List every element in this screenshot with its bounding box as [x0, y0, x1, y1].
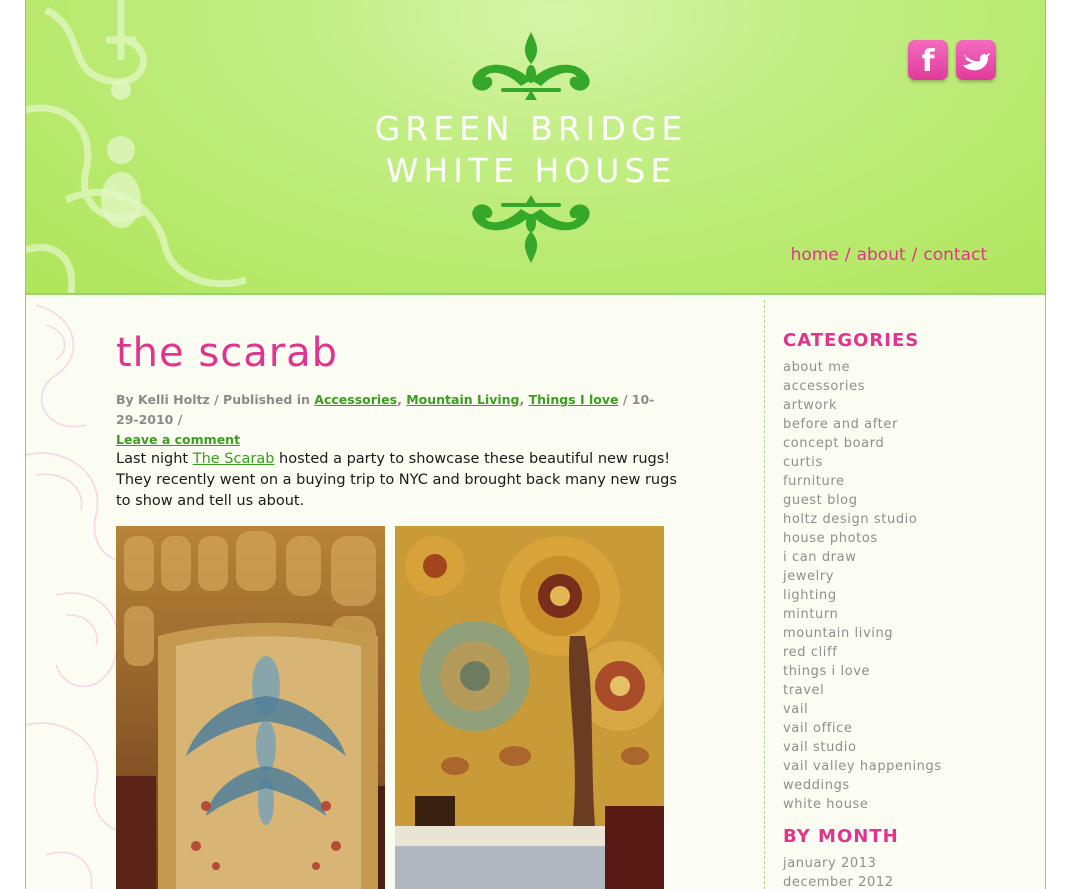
category-item[interactable]: lighting	[783, 586, 1023, 605]
category-item[interactable]: things i love	[783, 662, 1023, 681]
rug-photo-1[interactable]	[116, 526, 385, 889]
month-item[interactable]: december 2012	[783, 873, 1023, 889]
rug-photo-2[interactable]	[395, 526, 664, 889]
nav-home[interactable]: home	[791, 245, 839, 265]
post-body-prefix: Last night	[116, 451, 189, 467]
site-title-line2: WHITE HOUSE	[385, 151, 677, 190]
top-ornament-icon	[472, 32, 590, 100]
month-item[interactable]: january 2013	[783, 854, 1023, 873]
facebook-button[interactable]: f	[908, 40, 948, 80]
nav-separator: /	[844, 245, 851, 265]
by-month-heading: BY MONTH	[783, 826, 899, 847]
header-ornament	[26, 0, 248, 293]
site-logo[interactable]: GREEN BRIDGE WHITE HOUSE	[361, 30, 701, 270]
category-item[interactable]: red cliff	[783, 643, 1023, 662]
category-item[interactable]: before and after	[783, 415, 1023, 434]
category-link-things-i-love[interactable]: Things I love	[529, 392, 619, 407]
nav-contact[interactable]: contact	[923, 245, 987, 265]
sidebar: CATEGORIES about me accessories artwork …	[783, 330, 1023, 889]
post-body: Last night The Scarab hosted a party to …	[116, 449, 682, 512]
category-item[interactable]: concept board	[783, 434, 1023, 453]
category-item[interactable]: furniture	[783, 472, 1023, 491]
nav-about[interactable]: about	[857, 245, 906, 265]
the-scarab-link[interactable]: The Scarab	[193, 451, 275, 467]
category-item[interactable]: white house	[783, 795, 1023, 814]
site-header: GREEN BRIDGE WHITE HOUSE f home / about …	[26, 0, 1045, 295]
category-item[interactable]: weddings	[783, 776, 1023, 795]
category-item[interactable]: i can draw	[783, 548, 1023, 567]
category-item[interactable]: travel	[783, 681, 1023, 700]
page: GREEN BRIDGE WHITE HOUSE f home / about …	[25, 0, 1046, 889]
facebook-icon: f	[921, 44, 935, 79]
category-item[interactable]: jewelry	[783, 567, 1023, 586]
category-item[interactable]: accessories	[783, 377, 1023, 396]
category-item[interactable]: vail office	[783, 719, 1023, 738]
category-item[interactable]: curtis	[783, 453, 1023, 472]
category-item[interactable]: mountain living	[783, 624, 1023, 643]
category-item[interactable]: minturn	[783, 605, 1023, 624]
twitter-icon	[963, 53, 990, 71]
months-list: january 2013 december 2012	[783, 854, 1023, 889]
category-item[interactable]: about me	[783, 358, 1023, 377]
category-item[interactable]: vail	[783, 700, 1023, 719]
twitter-button[interactable]	[956, 40, 996, 80]
category-link-mountain-living[interactable]: Mountain Living	[406, 392, 519, 407]
category-item[interactable]: house photos	[783, 529, 1023, 548]
nav-separator: /	[911, 245, 918, 265]
post-author-published: By Kelli Holtz / Published in	[116, 392, 310, 407]
top-navigation: home / about / contact	[791, 245, 987, 265]
site-title-line1: GREEN BRIDGE	[374, 109, 688, 148]
category-link-accessories[interactable]: Accessories	[314, 392, 397, 407]
post-title[interactable]: the scarab	[116, 330, 338, 376]
category-item[interactable]: artwork	[783, 396, 1023, 415]
categories-heading: CATEGORIES	[783, 330, 920, 351]
category-item[interactable]: holtz design studio	[783, 510, 1023, 529]
category-item[interactable]: vail studio	[783, 738, 1023, 757]
post-meta: By Kelli Holtz / Published in Accessorie…	[116, 392, 655, 447]
categories-list: about me accessories artwork before and …	[783, 358, 1023, 814]
leave-comment-link[interactable]: Leave a comment	[116, 432, 240, 447]
bottom-ornament-icon	[472, 195, 590, 263]
sidebar-divider	[764, 300, 765, 889]
category-item[interactable]: guest blog	[783, 491, 1023, 510]
category-item[interactable]: vail valley happenings	[783, 757, 1023, 776]
